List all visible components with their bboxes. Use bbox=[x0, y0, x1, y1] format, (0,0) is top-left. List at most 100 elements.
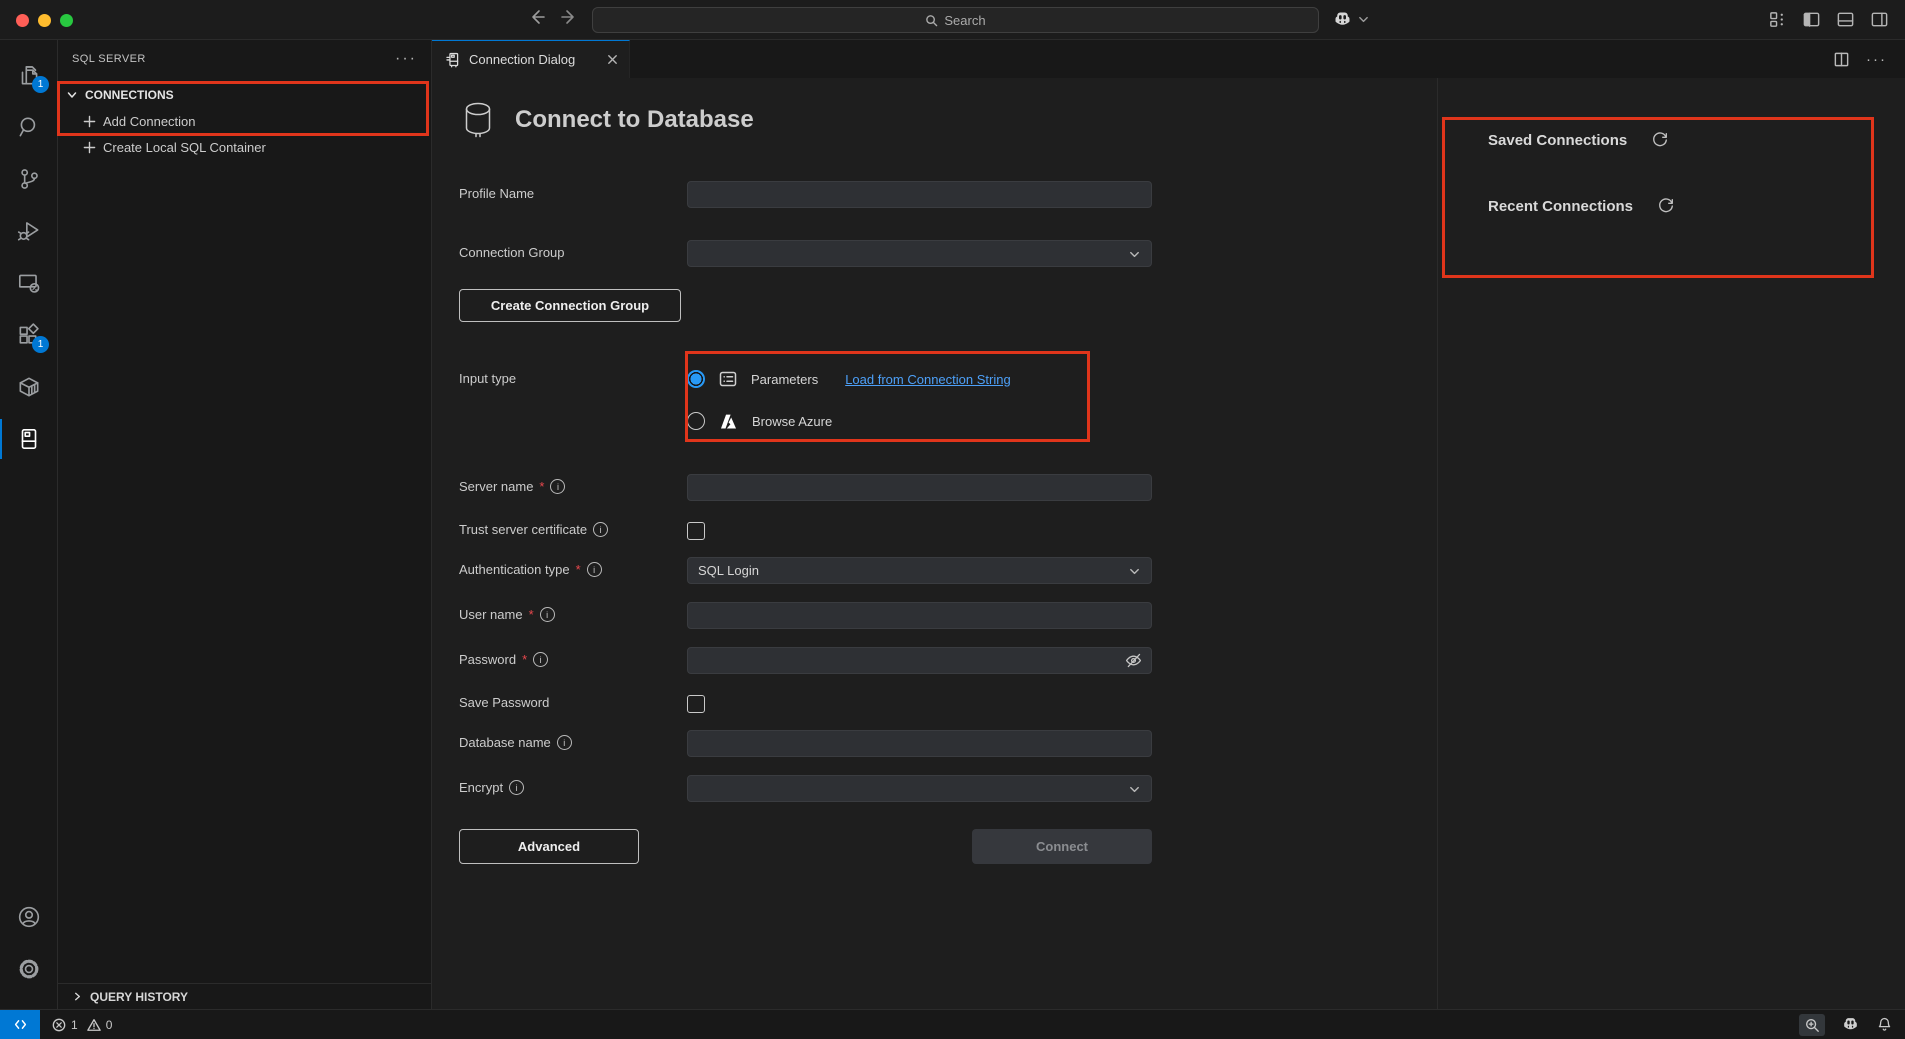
chevron-down-icon bbox=[66, 89, 78, 101]
activity-bar: 1 1 bbox=[0, 40, 58, 1009]
auth-type-label: Authentication type bbox=[459, 562, 570, 577]
password-label: Password bbox=[459, 652, 516, 667]
toggle-secondary-sidebar-icon[interactable] bbox=[1870, 10, 1889, 29]
encrypt-label: Encrypt bbox=[459, 780, 503, 795]
window-controls bbox=[16, 14, 73, 27]
parameters-icon bbox=[718, 369, 738, 389]
auth-type-select[interactable]: SQL Login bbox=[687, 557, 1152, 584]
customize-layout-icon[interactable] bbox=[1768, 10, 1787, 29]
save-password-checkbox[interactable] bbox=[687, 695, 705, 713]
minimize-window-button[interactable] bbox=[38, 14, 51, 27]
recent-connections-title: Recent Connections bbox=[1488, 198, 1633, 215]
sidebar-more-actions-icon[interactable]: ··· bbox=[395, 50, 417, 68]
server-name-input[interactable] bbox=[687, 474, 1152, 501]
chevron-down-icon bbox=[1128, 565, 1141, 578]
sql-server-view-icon[interactable] bbox=[0, 417, 57, 461]
load-from-connection-string-link[interactable]: Load from Connection String bbox=[845, 372, 1010, 387]
error-count: 1 bbox=[71, 1018, 78, 1032]
user-name-input[interactable] bbox=[687, 602, 1152, 629]
settings-gear-icon[interactable] bbox=[0, 947, 57, 991]
connect-button[interactable]: Connect bbox=[972, 829, 1152, 864]
info-icon[interactable]: i bbox=[533, 652, 548, 667]
create-local-sql-container-item[interactable]: Create Local SQL Container bbox=[58, 134, 431, 160]
copilot-icon[interactable] bbox=[1332, 9, 1353, 30]
parameters-radio[interactable] bbox=[687, 370, 705, 388]
warning-count: 0 bbox=[106, 1018, 113, 1032]
tab-bar: Connection Dialog ··· bbox=[432, 40, 1905, 78]
primary-sidebar: SQL SERVER ··· CONNECTIONS Add Connectio… bbox=[58, 40, 432, 1009]
problems-status[interactable]: 1 0 bbox=[52, 1018, 112, 1032]
info-icon[interactable]: i bbox=[550, 479, 565, 494]
split-editor-icon[interactable] bbox=[1833, 51, 1850, 68]
extensions-icon[interactable]: 1 bbox=[0, 313, 57, 357]
remote-explorer-icon[interactable] bbox=[0, 261, 57, 305]
encrypt-select[interactable] bbox=[687, 775, 1152, 802]
info-icon[interactable]: i bbox=[557, 735, 572, 750]
browse-azure-option-label[interactable]: Browse Azure bbox=[752, 414, 832, 429]
parameters-option-label[interactable]: Parameters bbox=[751, 372, 818, 387]
sidebar-title: SQL SERVER bbox=[72, 53, 146, 65]
info-icon[interactable]: i bbox=[587, 562, 602, 577]
search-icon bbox=[925, 14, 938, 27]
create-connection-group-button[interactable]: Create Connection Group bbox=[459, 289, 681, 322]
connections-section-header[interactable]: CONNECTIONS bbox=[58, 82, 431, 108]
back-icon[interactable] bbox=[528, 8, 546, 26]
user-name-label: User name bbox=[459, 607, 523, 622]
tab-connection-dialog[interactable]: Connection Dialog bbox=[432, 40, 630, 78]
info-icon[interactable]: i bbox=[540, 607, 555, 622]
input-type-label: Input type bbox=[459, 371, 516, 386]
source-control-icon[interactable] bbox=[0, 157, 57, 201]
database-name-input[interactable] bbox=[687, 730, 1152, 757]
extensions-badge: 1 bbox=[32, 336, 49, 353]
search-view-icon[interactable] bbox=[0, 105, 57, 149]
close-tab-icon[interactable] bbox=[606, 53, 619, 66]
connections-side-panel: Saved Connections Recent Connections bbox=[1437, 78, 1905, 1009]
close-window-button[interactable] bbox=[16, 14, 29, 27]
chevron-right-icon bbox=[72, 991, 83, 1002]
toggle-primary-sidebar-icon[interactable] bbox=[1802, 10, 1821, 29]
password-input[interactable] bbox=[687, 647, 1152, 674]
forward-icon[interactable] bbox=[560, 8, 578, 26]
editor-area: Connection Dialog ··· Connect to Databas… bbox=[432, 40, 1905, 1009]
status-bar: 1 0 bbox=[0, 1009, 1905, 1039]
profile-name-label: Profile Name bbox=[459, 186, 534, 201]
warning-icon bbox=[87, 1018, 101, 1032]
chevron-down-icon bbox=[1128, 248, 1141, 261]
azure-icon bbox=[718, 411, 739, 432]
notifications-bell-icon[interactable] bbox=[1876, 1016, 1893, 1033]
editor-more-actions-icon[interactable]: ··· bbox=[1866, 51, 1887, 68]
query-history-section-header[interactable]: QUERY HISTORY bbox=[58, 983, 431, 1009]
explorer-badge: 1 bbox=[32, 76, 49, 93]
plus-icon bbox=[83, 115, 96, 128]
zoom-in-icon[interactable] bbox=[1799, 1014, 1825, 1036]
refresh-saved-connections-icon[interactable] bbox=[1651, 131, 1669, 149]
connection-dialog-form: Connect to Database Profile Name Connect… bbox=[432, 78, 1437, 1009]
copilot-chevron-down-icon[interactable] bbox=[1358, 14, 1369, 25]
maximize-window-button[interactable] bbox=[60, 14, 73, 27]
trust-cert-label: Trust server certificate bbox=[459, 522, 587, 537]
profile-name-input[interactable] bbox=[687, 181, 1152, 208]
browse-azure-radio[interactable] bbox=[687, 412, 705, 430]
command-center-search[interactable]: Search bbox=[592, 7, 1319, 33]
toggle-panel-icon[interactable] bbox=[1836, 10, 1855, 29]
mssql-server-icon bbox=[444, 51, 461, 68]
toggle-password-visibility-icon[interactable] bbox=[1124, 651, 1143, 670]
connection-group-label: Connection Group bbox=[459, 245, 565, 260]
copilot-status-icon[interactable] bbox=[1841, 1015, 1860, 1034]
run-debug-icon[interactable] bbox=[0, 209, 57, 253]
remote-indicator[interactable] bbox=[0, 1010, 40, 1039]
advanced-button[interactable]: Advanced bbox=[459, 829, 639, 864]
info-icon[interactable]: i bbox=[593, 522, 608, 537]
add-connection-item[interactable]: Add Connection bbox=[58, 108, 431, 134]
accounts-icon[interactable] bbox=[0, 895, 57, 939]
refresh-recent-connections-icon[interactable] bbox=[1657, 197, 1675, 215]
containers-icon[interactable] bbox=[0, 365, 57, 409]
saved-connections-title: Saved Connections bbox=[1488, 132, 1627, 149]
explorer-icon[interactable]: 1 bbox=[0, 53, 57, 97]
vscode-window: Search 1 1 bbox=[0, 0, 1905, 1039]
trust-cert-checkbox[interactable] bbox=[687, 522, 705, 540]
connection-group-select[interactable] bbox=[687, 240, 1152, 267]
info-icon[interactable]: i bbox=[509, 780, 524, 795]
error-icon bbox=[52, 1018, 66, 1032]
chevron-down-icon bbox=[1128, 783, 1141, 796]
